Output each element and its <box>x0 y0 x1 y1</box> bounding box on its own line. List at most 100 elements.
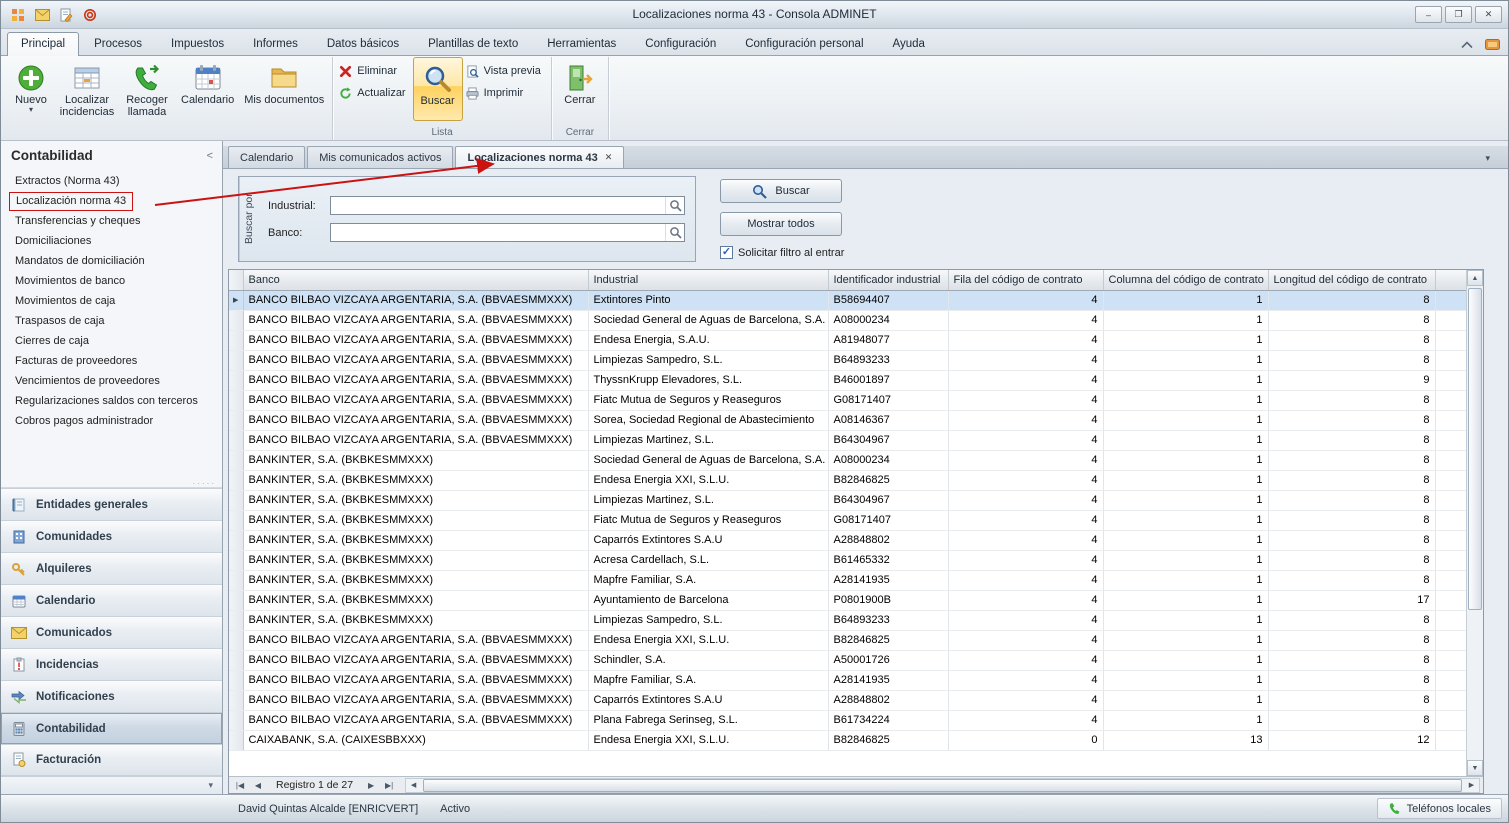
buscar-button[interactable]: Buscar <box>720 179 842 203</box>
cell-longitud[interactable]: 8 <box>1268 550 1435 570</box>
nuevo-button[interactable]: Nuevo ▾ <box>6 57 56 121</box>
cell-fila[interactable]: 4 <box>948 550 1103 570</box>
cell-columna[interactable]: 1 <box>1103 650 1268 670</box>
cell-industrial[interactable]: Limpiezas Martinez, S.L. <box>588 490 828 510</box>
ribbon-tab[interactable]: Procesos <box>80 32 156 55</box>
cell-banco[interactable]: BANCO BILBAO VIZCAYA ARGENTARIA, S.A. (B… <box>243 650 588 670</box>
collapse-ribbon-icon[interactable] <box>1461 41 1473 49</box>
sidebar-item[interactable]: Movimientos de banco <box>1 271 222 291</box>
field-search-icon[interactable] <box>665 224 684 241</box>
cell-industrial[interactable]: Fiatc Mutua de Seguros y Reaseguros <box>588 510 828 530</box>
cell-longitud[interactable]: 8 <box>1268 470 1435 490</box>
cell-industrial[interactable]: Limpiezas Martinez, S.L. <box>588 430 828 450</box>
cell-identificador[interactable]: A28848802 <box>828 690 948 710</box>
sidebar-item[interactable]: Facturas de proveedores <box>1 351 222 371</box>
cell-columna[interactable]: 1 <box>1103 570 1268 590</box>
table-row[interactable]: ▶ BANKINTER, S.A. (BKBKESMMXXX) Endesa E… <box>229 470 1466 490</box>
ribbon-tab[interactable]: Configuración <box>631 32 730 55</box>
configure-buttons-chevron-icon[interactable]: ▾ <box>208 780 213 791</box>
sidebar-item[interactable]: Traspasos de caja <box>1 311 222 331</box>
cell-columna[interactable]: 1 <box>1103 430 1268 450</box>
cell-longitud[interactable]: 8 <box>1268 710 1435 730</box>
cell-longitud[interactable]: 8 <box>1268 450 1435 470</box>
ribbon-tab[interactable]: Datos básicos <box>313 32 413 55</box>
cell-fila[interactable]: 4 <box>948 390 1103 410</box>
cell-fila[interactable]: 4 <box>948 590 1103 610</box>
table-row[interactable]: ▶ BANCO BILBAO VIZCAYA ARGENTARIA, S.A. … <box>229 650 1466 670</box>
cerrar-button[interactable]: Cerrar <box>555 57 605 121</box>
table-row[interactable]: ▶ BANCO BILBAO VIZCAYA ARGENTARIA, S.A. … <box>229 410 1466 430</box>
cell-industrial[interactable]: ThyssnKrupp Elevadores, S.L. <box>588 370 828 390</box>
sidebar-section-incidencias[interactable]: Incidencias <box>1 648 222 680</box>
cell-fila[interactable]: 4 <box>948 330 1103 350</box>
column-header-fila[interactable]: Fila del código de contrato <box>948 270 1103 290</box>
cell-identificador[interactable]: A50001726 <box>828 650 948 670</box>
cell-longitud[interactable]: 8 <box>1268 490 1435 510</box>
mail-icon[interactable] <box>31 5 53 25</box>
scroll-right-icon[interactable]: ▶ <box>1464 781 1479 789</box>
ribbon-tab[interactable]: Informes <box>239 32 312 55</box>
sidebar-item[interactable]: Vencimientos de proveedores <box>1 371 222 391</box>
table-row[interactable]: ▶ BANCO BILBAO VIZCAYA ARGENTARIA, S.A. … <box>229 290 1466 310</box>
cell-banco[interactable]: BANCO BILBAO VIZCAYA ARGENTARIA, S.A. (B… <box>243 630 588 650</box>
sidebar-section-comunidades[interactable]: Comunidades <box>1 520 222 552</box>
cell-identificador[interactable]: A08146367 <box>828 410 948 430</box>
cell-longitud[interactable]: 8 <box>1268 530 1435 550</box>
cell-identificador[interactable]: B61465332 <box>828 550 948 570</box>
cell-identificador[interactable]: G08171407 <box>828 390 948 410</box>
sidebar-item[interactable]: Movimientos de caja <box>1 291 222 311</box>
sidebar-splitter[interactable]: ····· <box>1 480 222 488</box>
cell-longitud[interactable]: 8 <box>1268 610 1435 630</box>
cell-columna[interactable]: 1 <box>1103 470 1268 490</box>
cell-identificador[interactable]: B64893233 <box>828 610 948 630</box>
cell-longitud[interactable]: 8 <box>1268 690 1435 710</box>
cell-identificador[interactable]: G08171407 <box>828 510 948 530</box>
table-row[interactable]: ▶ BANKINTER, S.A. (BKBKESMMXXX) Sociedad… <box>229 450 1466 470</box>
help-icon[interactable] <box>1485 38 1500 51</box>
cell-identificador[interactable]: B58694407 <box>828 290 948 310</box>
cell-longitud[interactable]: 17 <box>1268 590 1435 610</box>
cell-fila[interactable]: 4 <box>948 350 1103 370</box>
vertical-scrollbar[interactable]: ▲ ▼ <box>1466 270 1483 776</box>
cell-industrial[interactable]: Endesa Energia XXI, S.L.U. <box>588 730 828 750</box>
cell-identificador[interactable]: A08000234 <box>828 310 948 330</box>
sidebar-section-notificaciones[interactable]: Notificaciones <box>1 680 222 712</box>
cell-banco[interactable]: BANKINTER, S.A. (BKBKESMMXXX) <box>243 610 588 630</box>
ribbon-tab[interactable]: Impuestos <box>157 32 238 55</box>
app-grid-icon[interactable] <box>7 5 29 25</box>
cell-fila[interactable]: 4 <box>948 510 1103 530</box>
cell-identificador[interactable]: A08000234 <box>828 450 948 470</box>
column-header-identificador[interactable]: Identificador industrial <box>828 270 948 290</box>
cell-industrial[interactable]: Mapfre Familiar, S.A. <box>588 670 828 690</box>
sidebar-section-alquileres[interactable]: Alquileres <box>1 552 222 584</box>
cell-identificador[interactable]: A81948077 <box>828 330 948 350</box>
sidebar-item[interactable]: Cobros pagos administrador <box>1 411 222 431</box>
cell-longitud[interactable]: 8 <box>1268 290 1435 310</box>
sidebar-item[interactable]: Localización norma 43 <box>1 191 222 211</box>
field-search-icon[interactable] <box>665 197 684 214</box>
sidebar-section-entidades-generales[interactable]: Entidades generales <box>1 488 222 520</box>
table-row[interactable]: ▶ BANCO BILBAO VIZCAYA ARGENTARIA, S.A. … <box>229 690 1466 710</box>
cell-columna[interactable]: 1 <box>1103 390 1268 410</box>
next-record-button[interactable]: ▶ <box>363 779 379 792</box>
cell-identificador[interactable]: B64304967 <box>828 430 948 450</box>
ribbon-tab[interactable]: Plantillas de texto <box>414 32 532 55</box>
table-row[interactable]: ▶ BANCO BILBAO VIZCAYA ARGENTARIA, S.A. … <box>229 630 1466 650</box>
cell-longitud[interactable]: 8 <box>1268 410 1435 430</box>
cell-fila[interactable]: 4 <box>948 370 1103 390</box>
cell-columna[interactable]: 1 <box>1103 630 1268 650</box>
column-header-longitud[interactable]: Longitud del código de contrato <box>1268 270 1435 290</box>
cell-fila[interactable]: 4 <box>948 710 1103 730</box>
vertical-scroll-thumb[interactable] <box>1468 288 1482 610</box>
cell-industrial[interactable]: Plana Fabrega Serinseg, S.L. <box>588 710 828 730</box>
cell-industrial[interactable]: Fiatc Mutua de Seguros y Reaseguros <box>588 390 828 410</box>
cell-columna[interactable]: 1 <box>1103 290 1268 310</box>
cell-columna[interactable]: 13 <box>1103 730 1268 750</box>
document-tab[interactable]: Calendario ✕ <box>228 146 305 168</box>
cell-banco[interactable]: BANCO BILBAO VIZCAYA ARGENTARIA, S.A. (B… <box>243 370 588 390</box>
cell-industrial[interactable]: Caparrós Extintores S.A.U <box>588 530 828 550</box>
cell-longitud[interactable]: 8 <box>1268 510 1435 530</box>
eliminar-button[interactable]: Eliminar <box>336 61 412 81</box>
cell-industrial[interactable]: Caparrós Extintores S.A.U <box>588 690 828 710</box>
horizontal-scrollbar[interactable]: ◀ ▶ <box>405 778 1480 793</box>
